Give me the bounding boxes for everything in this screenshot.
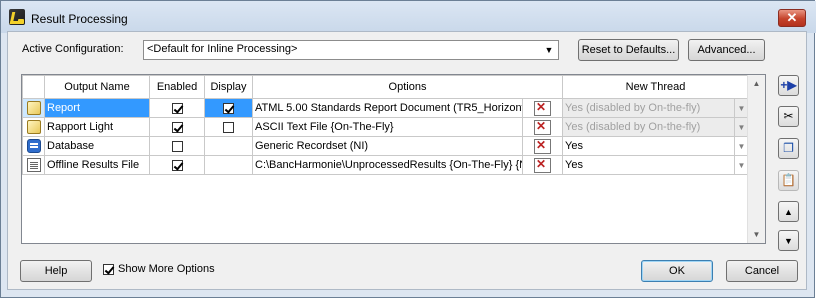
table-row[interactable]: Report ATML 5.00 Standards Report Docume… xyxy=(22,98,750,118)
close-button[interactable]: ✕ xyxy=(778,9,806,27)
cut-button[interactable]: ✂ xyxy=(778,106,799,127)
display-cell[interactable] xyxy=(204,117,253,137)
active-configuration-label: Active Configuration: xyxy=(22,43,124,55)
options-cell[interactable]: Generic Recordset (NI) xyxy=(252,136,523,156)
cancel-button[interactable]: Cancel xyxy=(726,260,798,282)
enabled-cell[interactable] xyxy=(149,117,205,137)
report-icon xyxy=(26,101,41,115)
column-header-options[interactable]: Options xyxy=(251,75,564,99)
active-configuration-select[interactable]: <Default for Inline Processing> ▼ xyxy=(143,40,559,60)
configure-output-icon[interactable] xyxy=(534,138,551,154)
enabled-checkbox[interactable] xyxy=(171,140,183,152)
configure-output-icon[interactable] xyxy=(534,100,551,116)
database-icon xyxy=(26,139,41,153)
chevron-down-icon[interactable]: ▼ xyxy=(541,42,557,58)
enabled-cell[interactable] xyxy=(149,136,205,156)
output-name-cell[interactable]: Offline Results File xyxy=(44,155,150,175)
enabled-checkbox[interactable] xyxy=(171,121,183,133)
output-name-cell[interactable]: Rapport Light xyxy=(44,117,150,137)
title-bar[interactable]: Result Processing ✕ xyxy=(1,1,816,33)
ok-button[interactable]: OK xyxy=(641,260,713,282)
reset-to-defaults-button[interactable]: Reset to Defaults... xyxy=(578,39,679,61)
advanced-button[interactable]: Advanced... xyxy=(688,39,765,61)
copy-icon: ❐ xyxy=(783,141,794,155)
insert-icon: +▶ xyxy=(780,78,797,92)
output-name-cell[interactable]: Database xyxy=(44,136,150,156)
new-thread-cell: Yes (disabled by On-the-fly) xyxy=(562,98,736,118)
show-more-options-checkbox[interactable] xyxy=(103,263,114,275)
paste-icon: 📋 xyxy=(781,173,796,187)
new-thread-cell[interactable]: Yes xyxy=(562,155,736,175)
new-thread-cell[interactable]: Yes xyxy=(562,136,736,156)
insert-output-button[interactable]: +▶ xyxy=(778,75,799,96)
scroll-up-arrow-icon[interactable]: ▲ xyxy=(748,75,765,92)
move-up-icon: ▲ xyxy=(784,207,793,217)
move-up-button[interactable]: ▲ xyxy=(778,201,799,222)
output-name-cell[interactable]: Report xyxy=(44,98,150,118)
configure-output-icon[interactable] xyxy=(534,157,551,173)
display-checkbox[interactable] xyxy=(223,102,234,114)
display-cell xyxy=(204,136,253,156)
column-header-output-name[interactable]: Output Name xyxy=(44,75,150,99)
column-header-new-thread[interactable]: New Thread xyxy=(562,75,750,99)
enabled-cell[interactable] xyxy=(149,98,205,118)
options-cell[interactable]: C:\BancHarmonie\UnprocessedResults {On-T… xyxy=(252,155,523,175)
enabled-checkbox[interactable] xyxy=(171,159,183,171)
table-header: Output Name Enabled Display Options New … xyxy=(22,75,750,99)
result-outputs-table: Output Name Enabled Display Options New … xyxy=(21,74,766,244)
configure-output-icon[interactable] xyxy=(534,119,551,135)
new-thread-cell: Yes (disabled by On-the-fly) xyxy=(562,117,736,137)
window-title: Result Processing xyxy=(31,12,128,26)
copy-button[interactable]: ❐ xyxy=(778,138,799,159)
help-button[interactable]: Help xyxy=(20,260,92,282)
table-row[interactable]: Offline Results File C:\BancHarmonie\Unp… xyxy=(22,155,750,175)
vertical-scrollbar[interactable]: ▲ ▼ xyxy=(747,75,765,243)
table-row[interactable]: Database Generic Recordset (NI) Yes ▼ xyxy=(22,136,750,156)
icon-column-header xyxy=(22,75,45,99)
options-cell[interactable]: ASCII Text File {On-The-Fly} xyxy=(252,117,523,137)
options-cell[interactable]: ATML 5.00 Standards Report Document (TR5… xyxy=(252,98,523,118)
cut-icon: ✂ xyxy=(783,109,794,123)
scroll-down-arrow-icon[interactable]: ▼ xyxy=(748,226,765,243)
active-configuration-value: <Default for Inline Processing> xyxy=(147,43,298,55)
paste-button[interactable]: 📋 xyxy=(778,170,799,191)
column-header-enabled[interactable]: Enabled xyxy=(149,75,205,99)
enabled-cell[interactable] xyxy=(149,155,205,175)
show-more-options-label: Show More Options xyxy=(118,263,215,276)
report-icon xyxy=(26,120,41,134)
display-cell xyxy=(204,155,253,175)
table-row[interactable]: Rapport Light ASCII Text File {On-The-Fl… xyxy=(22,117,750,137)
enabled-checkbox[interactable] xyxy=(171,102,183,114)
display-cell[interactable] xyxy=(204,98,253,118)
file-icon xyxy=(26,158,41,172)
move-down-icon: ▼ xyxy=(784,236,793,246)
teststand-app-icon xyxy=(9,9,25,25)
display-checkbox[interactable] xyxy=(223,121,234,133)
move-down-button[interactable]: ▼ xyxy=(778,230,799,251)
column-header-display[interactable]: Display xyxy=(204,75,253,99)
show-more-options[interactable]: Show More Options xyxy=(103,263,215,275)
